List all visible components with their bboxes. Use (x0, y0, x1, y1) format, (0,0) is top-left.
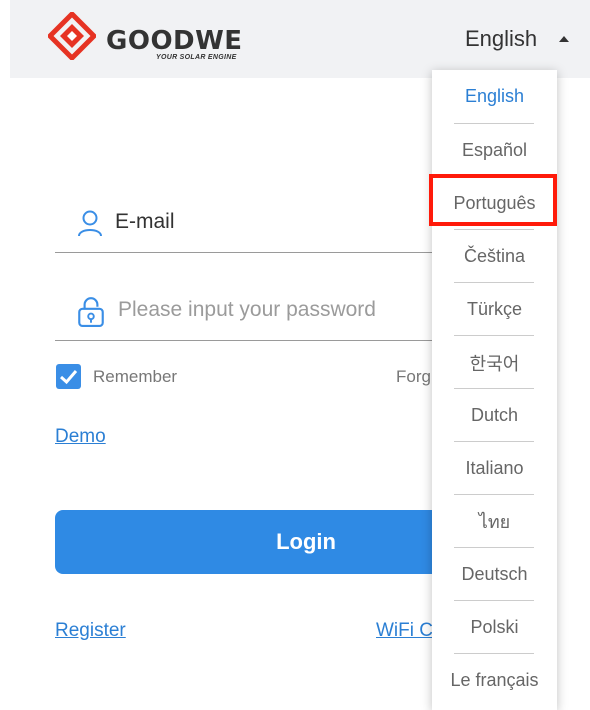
forgot-password-link[interactable]: Forg (396, 367, 432, 387)
brand-name: GOODWE (106, 26, 243, 56)
brand-tagline: YOUR SOLAR ENGINE (156, 54, 237, 61)
language-option-turkce[interactable]: Türkçe (432, 283, 557, 336)
remember-checkbox[interactable] (56, 364, 81, 389)
language-selector[interactable]: English (465, 22, 570, 56)
language-option-deutsch[interactable]: Deutsch (432, 548, 557, 601)
language-option-espanol[interactable]: Español (432, 124, 557, 177)
lock-icon (78, 297, 104, 327)
checkmark-icon (59, 370, 78, 385)
caret-up-icon (559, 36, 570, 42)
login-button-label: Login (276, 529, 336, 554)
language-option-thai[interactable]: ไทย (432, 495, 557, 548)
user-icon (78, 210, 102, 237)
language-option-polski[interactable]: Polski (432, 601, 557, 654)
wifi-config-link[interactable]: WiFi C (376, 620, 434, 642)
language-option-italiano[interactable]: Italiano (432, 442, 557, 495)
demo-link[interactable]: Demo (55, 426, 106, 448)
language-selector-label: English (465, 26, 538, 51)
language-option-english[interactable]: English (432, 70, 557, 123)
app-header: GOODWE YOUR SOLAR ENGINE English (10, 0, 590, 78)
remember-label: Remember (93, 367, 178, 386)
goodwe-diamond-logo-icon (48, 12, 96, 60)
email-field-label: E-mail (115, 210, 175, 233)
language-option-dutch[interactable]: Dutch (432, 389, 557, 442)
language-option-korean[interactable]: 한국어 (432, 336, 557, 389)
language-option-cestina[interactable]: Čeština (432, 230, 557, 283)
language-option-francais[interactable]: Le français (432, 654, 557, 707)
register-link[interactable]: Register (55, 620, 126, 642)
password-placeholder: Please input your password (118, 298, 376, 321)
language-dropdown-menu: English Español Português Čeština Türkçe… (432, 70, 557, 710)
highlight-box (429, 174, 557, 226)
